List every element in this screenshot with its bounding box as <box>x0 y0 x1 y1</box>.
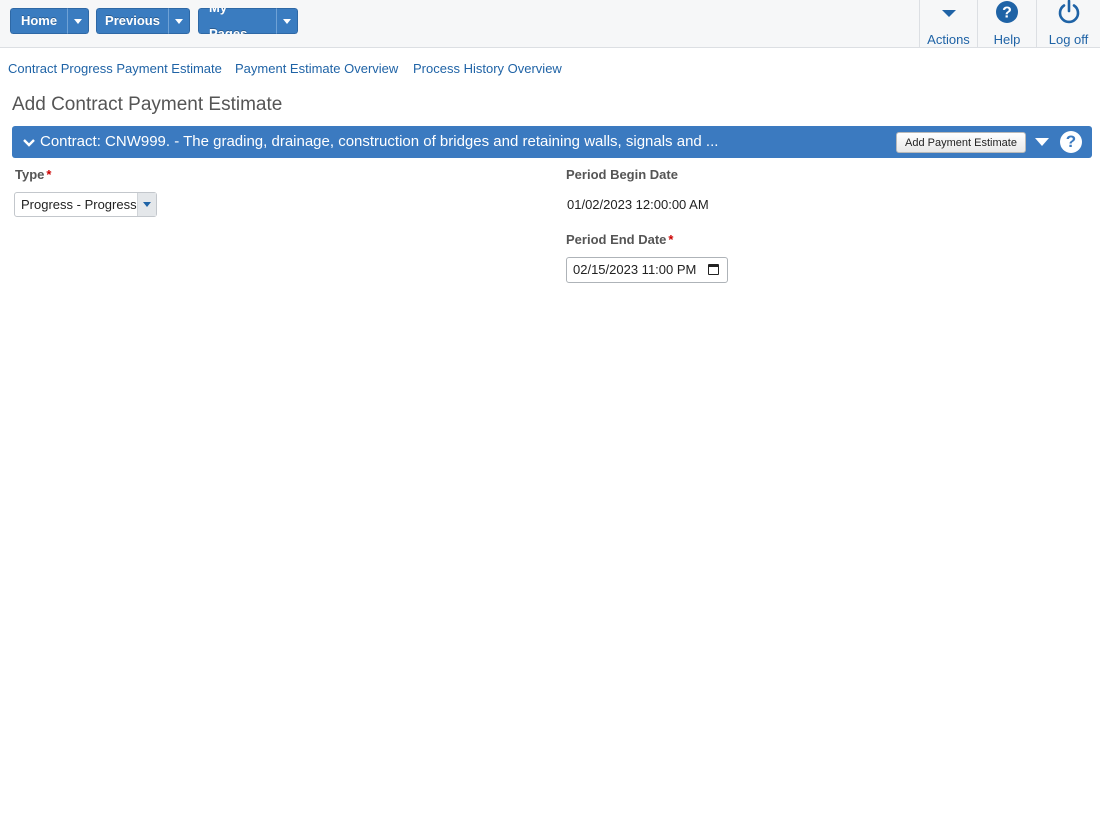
chevron-down-icon[interactable] <box>23 135 35 153</box>
type-select-dropdown[interactable] <box>137 193 156 216</box>
calendar-icon[interactable] <box>708 264 719 275</box>
add-payment-estimate-button[interactable]: Add Payment Estimate <box>896 132 1026 153</box>
required-marker: * <box>668 232 674 247</box>
panel-menu-caret-icon[interactable] <box>1035 138 1049 146</box>
chevron-down-icon <box>143 202 151 207</box>
chevron-down-icon <box>74 18 82 24</box>
period-end-date-value: 02/15/2023 11:00 PM <box>573 262 697 277</box>
actions-label: Actions <box>927 32 970 47</box>
chevron-down-icon <box>175 18 183 24</box>
previous-nav: Previous <box>96 8 190 34</box>
type-select[interactable]: Progress - Progress <box>14 192 157 217</box>
mypages-nav: My Pages <box>198 8 298 34</box>
caret-down-icon <box>941 0 957 24</box>
home-dropdown-button[interactable] <box>67 8 89 34</box>
period-end-date-input[interactable]: 02/15/2023 11:00 PM <box>566 257 728 283</box>
home-button[interactable]: Home <box>10 8 67 34</box>
help-button[interactable]: ? Help <box>977 0 1036 47</box>
chevron-down-icon <box>283 18 291 24</box>
power-icon <box>1057 0 1081 24</box>
help-label: Help <box>993 32 1021 47</box>
help-icon: ? <box>995 0 1019 24</box>
home-nav: Home <box>10 8 89 34</box>
required-marker: * <box>46 167 52 182</box>
svg-text:?: ? <box>1002 5 1012 22</box>
period-begin-date-label: Period Begin Date <box>566 167 678 182</box>
log-off-label: Log off <box>1048 32 1089 47</box>
my-pages-dropdown-button[interactable] <box>276 8 298 34</box>
link-payment-estimate-overview[interactable]: Payment Estimate Overview <box>235 61 398 76</box>
type-label: Type * <box>15 167 52 182</box>
page-title: Add Contract Payment Estimate <box>12 94 283 115</box>
panel-help-icon[interactable]: ? <box>1060 131 1082 153</box>
link-process-history-overview[interactable]: Process History Overview <box>413 61 562 76</box>
contract-panel-title: Contract: CNW999. - The grading, drainag… <box>40 133 719 150</box>
actions-button[interactable]: Actions <box>919 0 977 47</box>
previous-button[interactable]: Previous <box>96 8 168 34</box>
link-contract-progress-payment-estimate[interactable]: Contract Progress Payment Estimate <box>8 61 222 76</box>
previous-dropdown-button[interactable] <box>168 8 190 34</box>
type-select-value: Progress - Progress <box>21 197 137 212</box>
period-end-date-label: Period End Date * <box>566 232 674 247</box>
my-pages-button[interactable]: My Pages <box>198 8 276 34</box>
top-toolbar: Home Previous My Pages Actions ? Help Lo… <box>0 0 1100 48</box>
contract-panel-header: Contract: CNW999. - The grading, drainag… <box>12 126 1092 158</box>
period-begin-date-value: 01/02/2023 12:00:00 AM <box>567 197 709 212</box>
log-off-button[interactable]: Log off <box>1036 0 1100 47</box>
